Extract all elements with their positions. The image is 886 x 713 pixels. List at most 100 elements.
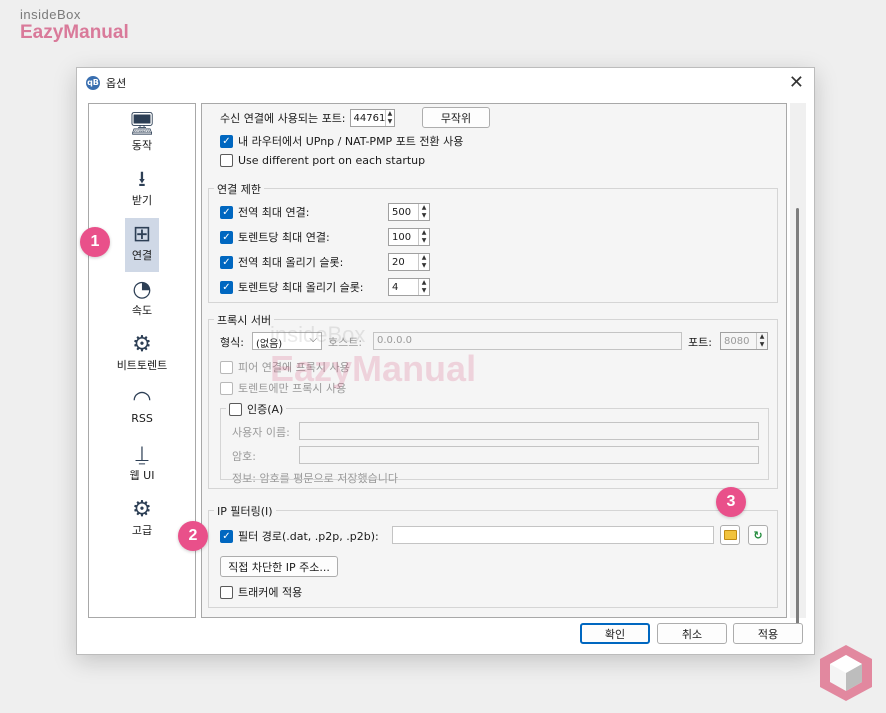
- torrent-only-row[interactable]: 토렌트에만 프록시 사용: [220, 380, 346, 396]
- torrent-only-checkbox[interactable]: [220, 381, 233, 395]
- brand-line1: insideBox: [20, 7, 81, 22]
- limit-checkbox[interactable]: ✓: [220, 205, 233, 219]
- spin-arrows-icon[interactable]: ▲ ▼: [756, 333, 767, 349]
- limit-spinbox[interactable]: 4 ▲ ▼: [388, 278, 430, 296]
- sidebar-item-behavior[interactable]: 🖥 동작: [89, 108, 195, 160]
- auth-label: 인증(A): [247, 403, 284, 416]
- password-input[interactable]: [299, 446, 759, 464]
- limit-spinbox[interactable]: 20 ▲ ▼: [388, 253, 430, 271]
- ok-button[interactable]: 확인: [580, 623, 650, 644]
- tracker-row[interactable]: 트래커에 적용: [220, 584, 302, 600]
- limit-spinbox[interactable]: 500 ▲ ▼: [388, 203, 430, 221]
- upnp-label: 내 라우터에서 UPnp / NAT-PMP 포트 전환 사용: [238, 135, 464, 148]
- folder-icon: [723, 530, 737, 540]
- proxy-host-input[interactable]: 0.0.0.0: [373, 332, 682, 350]
- limit-row: ✓ 토렌트당 최대 올리기 슬롯:: [220, 279, 364, 295]
- limit-checkbox[interactable]: ✓: [220, 255, 233, 269]
- apply-button[interactable]: 적용: [733, 623, 803, 644]
- proxy-type-row: 형식:: [220, 334, 244, 350]
- peer-proxy-row[interactable]: 피어 연결에 프록시 사용: [220, 359, 350, 375]
- sidebar-item-rss[interactable]: ◠ RSS: [89, 383, 195, 435]
- spin-arrows-icon[interactable]: ▲ ▼: [418, 204, 429, 220]
- step-badge-1: 1: [80, 227, 110, 257]
- sidebar-item-downloads[interactable]: ⭳ 받기: [89, 163, 195, 215]
- random-port-button[interactable]: 무작위: [422, 107, 490, 128]
- globe-gear-icon: ⚙: [132, 332, 152, 357]
- limit-checkbox[interactable]: ✓: [220, 280, 233, 294]
- close-icon[interactable]: ✕: [789, 72, 804, 93]
- upnp-row[interactable]: ✓ 내 라우터에서 UPnp / NAT-PMP 포트 전환 사용: [220, 133, 463, 149]
- filter-path-checkbox[interactable]: ✓: [220, 529, 233, 543]
- port-value: 44761: [353, 112, 386, 124]
- cube-logo-icon: [820, 645, 872, 701]
- vertical-scrollbar[interactable]: [790, 103, 806, 628]
- spin-arrows-icon[interactable]: ▲ ▼: [418, 254, 429, 270]
- qbittorrent-icon: qB: [86, 75, 100, 90]
- port-spinbox[interactable]: 44761 ▲ ▼: [349, 109, 395, 127]
- limit-value: 20: [392, 256, 405, 268]
- scrollbar-thumb[interactable]: [796, 208, 799, 628]
- options-dialog: qB 옵션 ✕ 🖥 동작 ⭳ 받기 ⊞ 연결 ◔ 속도 ⚙ 비트토렌트 ◠ RS…: [76, 67, 815, 655]
- auth-row[interactable]: 인증(A): [226, 401, 287, 417]
- sidebar-item-speed[interactable]: ◔ 속도: [89, 273, 195, 325]
- filter-path-row[interactable]: ✓ 필터 경로(.dat, .p2p, .p2b):: [220, 528, 379, 544]
- spin-arrows-icon[interactable]: ▲ ▼: [418, 229, 429, 245]
- brand-logo: insideBox EazyManual: [20, 8, 129, 42]
- proxy-type-select[interactable]: (없음) ⌵: [252, 332, 322, 350]
- cancel-button[interactable]: 취소: [657, 623, 727, 644]
- window-title: 옵션: [106, 76, 127, 90]
- ipfilter-title: IP 필터링(I): [214, 503, 276, 519]
- manual-banned-ip-button[interactable]: 직접 차단한 IP 주소...: [220, 556, 338, 577]
- connection-settings-panel: 수신 연결에 사용되는 포트: 44761 ▲ ▼ 무작위 ✓ 내 라우터에서 U…: [201, 103, 787, 618]
- diff-port-checkbox[interactable]: [220, 154, 233, 167]
- tracker-label: 트래커에 적용: [238, 586, 303, 599]
- spin-arrows-icon[interactable]: ▲ ▼: [385, 110, 393, 126]
- peer-proxy-label: 피어 연결에 프록시 사용: [238, 361, 350, 374]
- limit-row: ✓ 토렌트당 최대 연결:: [220, 229, 330, 245]
- proxy-port-label: 포트:: [688, 336, 712, 349]
- proxy-host-label: 호스트:: [328, 336, 363, 349]
- upnp-checkbox[interactable]: ✓: [220, 134, 233, 148]
- limit-checkbox[interactable]: ✓: [220, 230, 233, 244]
- title-bar: qB 옵션 ✕: [77, 68, 814, 97]
- limit-label: 토렌트당 최대 올리기 슬롯:: [238, 281, 364, 294]
- brand-line2: EazyManual: [20, 22, 129, 43]
- web-server-icon: ⍊: [135, 442, 149, 467]
- password-label: 암호:: [232, 450, 256, 463]
- proxy-port-value: 8080: [724, 335, 750, 347]
- chevron-down-icon: ⌵: [309, 334, 317, 345]
- peer-proxy-checkbox[interactable]: [220, 360, 233, 374]
- browse-folder-button[interactable]: [720, 525, 740, 545]
- tracker-checkbox[interactable]: [220, 585, 233, 599]
- sidebar-item-bittorrent[interactable]: ⚙ 비트토렌트: [89, 328, 195, 380]
- limit-label: 토렌트당 최대 연결:: [238, 231, 330, 244]
- rss-icon: ◠: [132, 387, 152, 412]
- sidebar-item-webui[interactable]: ⍊ 웹 UI: [89, 438, 195, 490]
- sidebar-item-label: 웹 UI: [129, 469, 155, 482]
- port-row: 수신 연결에 사용되는 포트: 44761 ▲ ▼: [220, 109, 395, 127]
- speedometer-icon: ◔: [132, 277, 152, 302]
- download-icon: ⭳: [138, 167, 146, 192]
- auth-checkbox[interactable]: [229, 402, 242, 416]
- limit-value: 4: [392, 281, 399, 293]
- proxy-title: 프록시 서버: [214, 312, 275, 328]
- sidebar-item-label: 비트토렌트: [116, 359, 168, 372]
- spin-arrows-icon[interactable]: ▲ ▼: [418, 279, 429, 295]
- sidebar-item-label: 받기: [131, 194, 153, 207]
- limit-label: 전역 최대 연결:: [238, 206, 310, 219]
- proxy-type-value: (없음): [256, 339, 283, 350]
- reload-filter-button[interactable]: ↻: [748, 525, 768, 545]
- limit-spinbox[interactable]: 100 ▲ ▼: [388, 228, 430, 246]
- proxy-info-text: 정보: 암호를 평문으로 저장했습니다: [232, 472, 398, 485]
- filter-path-input[interactable]: [392, 526, 714, 544]
- proxy-type-label: 형식:: [220, 336, 244, 349]
- diff-port-row[interactable]: Use different port on each startup: [220, 154, 425, 167]
- sidebar-item-label: 동작: [131, 139, 153, 152]
- limits-title: 연결 제한: [214, 181, 264, 197]
- proxy-port-spinbox[interactable]: 8080 ▲ ▼: [720, 332, 768, 350]
- limit-value: 100: [392, 231, 412, 243]
- refresh-icon: ↻: [753, 528, 763, 542]
- username-input[interactable]: [299, 422, 759, 440]
- gears-icon: ⚙: [132, 497, 152, 522]
- filter-path-label: 필터 경로(.dat, .p2p, .p2b):: [238, 530, 379, 543]
